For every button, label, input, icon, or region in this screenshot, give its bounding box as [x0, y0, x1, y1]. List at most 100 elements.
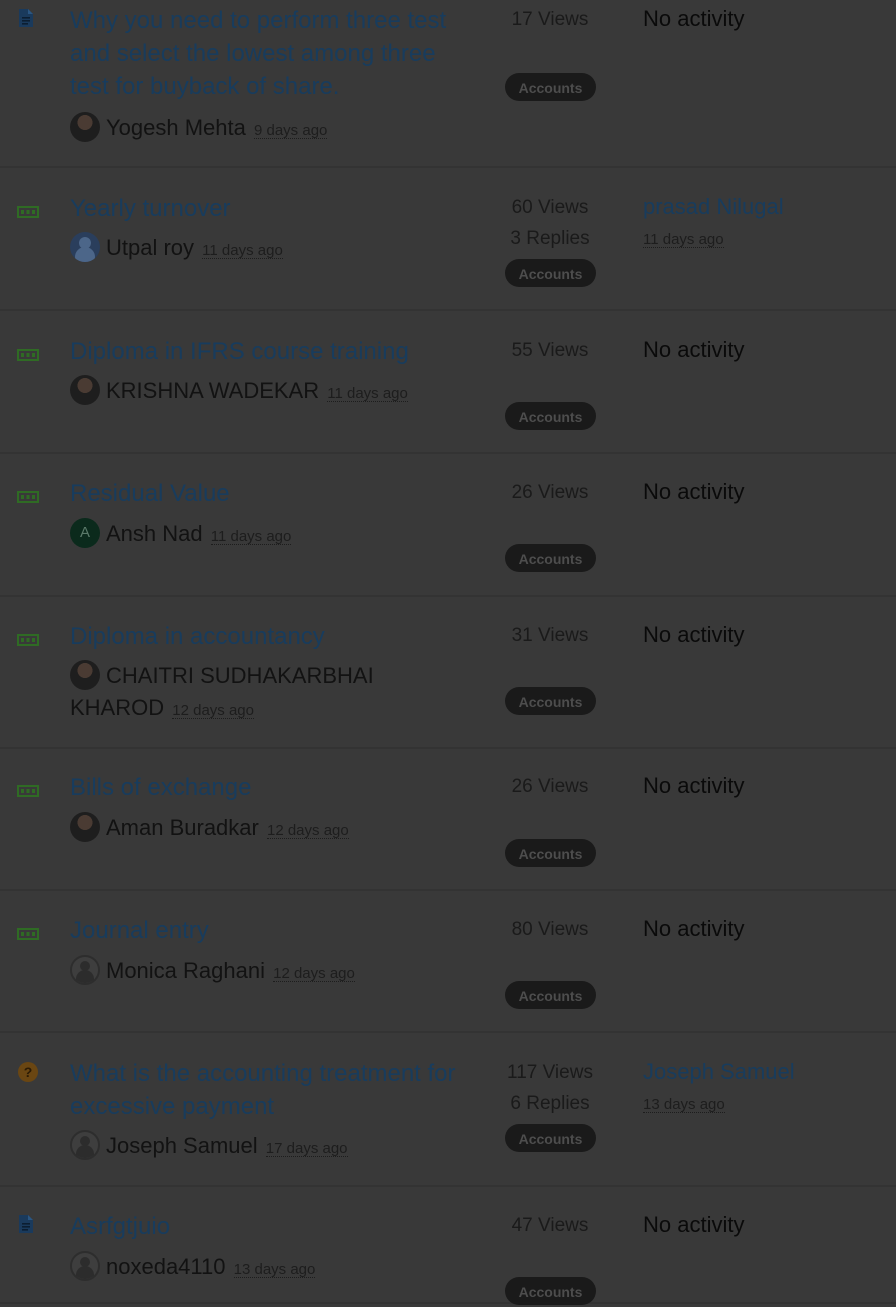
author-name[interactable]: Monica Raghani	[106, 958, 265, 983]
category-badge[interactable]: Accounts	[505, 981, 596, 1009]
view-count: 60 Views	[511, 197, 589, 218]
topic-stats: 26 Views	[500, 477, 600, 508]
last-activity: No activity	[643, 620, 883, 650]
view-count: 80 Views	[511, 919, 589, 940]
topic-row: Journal entry Monica Raghani 12 days ago 8…	[0, 891, 896, 1033]
no-activity-label: No activity	[643, 773, 745, 798]
topic-author: CHAITRI SUDHAKARBHAI KHAROD 12 days ago	[70, 660, 470, 724]
last-activity-user[interactable]: Joseph Samuel	[643, 1057, 883, 1087]
topic-stats: 80 Views	[500, 914, 600, 945]
topic-author: Aman Buradkar 12 days ago	[70, 812, 470, 844]
last-activity: No activity	[643, 1210, 883, 1240]
avatar[interactable]	[70, 1251, 100, 1282]
author-name[interactable]: Aman Buradkar	[106, 815, 259, 840]
post-time: 11 days ago	[202, 242, 283, 259]
view-count: 47 Views	[511, 1215, 589, 1236]
post-time: 17 days ago	[265, 1140, 348, 1157]
topic-author: KRISHNA WADEKAR 11 days ago	[70, 375, 470, 407]
question-icon: ?	[17, 1061, 39, 1088]
author-name[interactable]: noxeda4110	[106, 1254, 226, 1279]
avatar[interactable]	[70, 375, 100, 406]
category-badge[interactable]: Accounts	[505, 1277, 596, 1305]
topic-row: Asrfgtjuio noxeda4110 13 days ago 47 Views…	[0, 1187, 896, 1305]
author-name[interactable]: KRISHNA WADEKAR	[106, 378, 319, 403]
discussion-icon	[17, 348, 39, 366]
topic-author: Utpal roy 11 days ago	[70, 232, 470, 264]
category-badge[interactable]: Accounts	[505, 544, 596, 572]
last-activity: No activity	[643, 4, 883, 34]
topic-stats: 117 Views 6 Replies	[500, 1057, 600, 1119]
post-time: 9 days ago	[253, 122, 328, 139]
view-count: 17 Views	[511, 9, 589, 30]
topic-title-link[interactable]: Asrfgtjuio	[70, 1210, 470, 1243]
topic-stats: 31 Views	[500, 620, 600, 651]
document-icon	[17, 1214, 35, 1239]
author-name[interactable]: Yogesh Mehta	[106, 115, 246, 140]
document-icon	[17, 8, 35, 33]
topic-title-link[interactable]: Diploma in IFRS course training	[70, 335, 470, 368]
discussion-icon	[17, 927, 39, 945]
category-badge[interactable]: Accounts	[505, 73, 596, 101]
topic-stats: 17 Views	[500, 4, 600, 35]
topic-row: Diploma in accountancy CHAITRI SUDHAKARBH…	[0, 597, 896, 749]
avatar[interactable]	[70, 1130, 100, 1161]
post-time: 13 days ago	[233, 1261, 316, 1278]
last-activity: No activity	[643, 914, 883, 944]
topic-row: Bills of exchange Aman Buradkar 12 days a…	[0, 749, 896, 891]
author-name[interactable]: Utpal roy	[106, 235, 194, 260]
discussion-icon	[17, 490, 39, 508]
discussion-icon	[17, 205, 39, 223]
avatar[interactable]	[70, 955, 100, 986]
svg-text:?: ?	[24, 1064, 33, 1080]
avatar[interactable]	[70, 112, 100, 143]
no-activity-label: No activity	[643, 6, 745, 31]
category-badge[interactable]: Accounts	[505, 839, 596, 867]
topic-stats: 60 Views 3 Replies	[500, 192, 600, 254]
avatar[interactable]: A	[70, 518, 100, 549]
topic-title-link[interactable]: Why you need to perform three test and s…	[70, 4, 470, 103]
no-activity-label: No activity	[643, 622, 745, 647]
topic-title-link[interactable]: Bills of exchange	[70, 771, 470, 804]
view-count: 117 Views	[507, 1062, 593, 1083]
topic-title-link[interactable]: Residual Value	[70, 477, 470, 510]
post-time: 12 days ago	[273, 965, 355, 982]
last-activity: No activity	[643, 771, 883, 801]
topic-row: Residual Value A Ansh Nad 11 days ago 26 Vi…	[0, 454, 896, 597]
no-activity-label: No activity	[643, 916, 745, 941]
topic-row: Diploma in IFRS course training KRISHNA W…	[0, 311, 896, 454]
author-name[interactable]: Joseph Samuel	[106, 1133, 258, 1158]
last-activity: prasad Nilugal 11 days ago	[643, 192, 883, 252]
reply-count: 6 Replies	[510, 1093, 590, 1114]
category-badge[interactable]: Accounts	[505, 1124, 596, 1152]
topic-title-link[interactable]: Yearly turnover	[70, 192, 470, 225]
view-count: 26 Views	[511, 482, 589, 503]
view-count: 55 Views	[511, 340, 589, 361]
category-badge[interactable]: Accounts	[505, 687, 596, 715]
avatar[interactable]	[70, 232, 100, 263]
view-count: 31 Views	[511, 625, 589, 646]
category-badge[interactable]: Accounts	[505, 259, 596, 287]
topic-title-link[interactable]: Journal entry	[70, 914, 470, 947]
topic-title-link[interactable]: Diploma in accountancy	[70, 620, 470, 653]
no-activity-label: No activity	[643, 1212, 745, 1237]
no-activity-label: No activity	[643, 337, 745, 362]
last-activity-time: 13 days ago	[643, 1096, 725, 1113]
topic-author: Yogesh Mehta 9 days ago	[70, 112, 470, 144]
reply-count: 3 Replies	[510, 228, 590, 249]
topic-row: ? What is the accounting treatment for ex…	[0, 1033, 896, 1187]
topic-stats: 47 Views	[500, 1210, 600, 1241]
last-activity-time: 11 days ago	[643, 231, 724, 248]
category-badge[interactable]: Accounts	[505, 402, 596, 430]
last-activity-user[interactable]: prasad Nilugal	[643, 192, 883, 222]
discussion-icon	[17, 784, 39, 802]
author-name[interactable]: Ansh Nad	[106, 521, 203, 546]
avatar[interactable]	[70, 660, 100, 691]
avatar[interactable]	[70, 812, 100, 843]
topic-row: Yearly turnover Utpal roy 11 days ago 60 V…	[0, 168, 896, 311]
discussion-icon	[17, 633, 39, 651]
topic-author: A Ansh Nad 11 days ago	[70, 518, 470, 550]
topic-title-link[interactable]: What is the accounting treatment for exc…	[70, 1057, 470, 1123]
topic-author: Monica Raghani 12 days ago	[70, 955, 470, 987]
topic-stats: 26 Views	[500, 771, 600, 802]
no-activity-label: No activity	[643, 479, 745, 504]
